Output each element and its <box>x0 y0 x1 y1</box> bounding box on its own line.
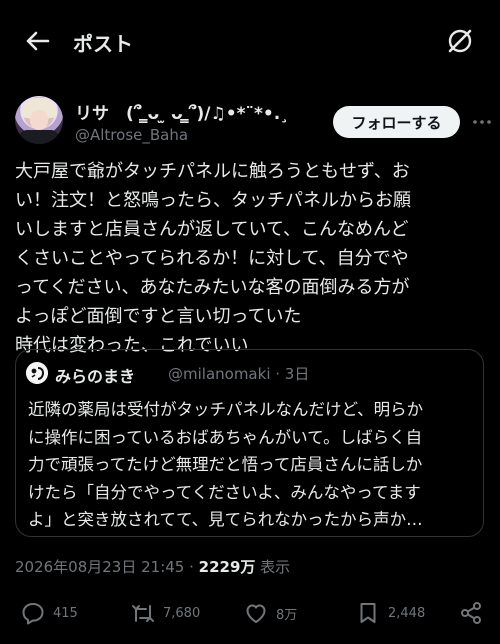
grok-icon[interactable] <box>444 25 476 57</box>
quote-line: 力で頑張ってたけど無理だと悟って店員さんに話しか <box>28 455 423 474</box>
reply-count: 415 <box>53 605 78 621</box>
quote-line: よ」と突き放されてて、見てられなかったから声か… <box>28 510 423 529</box>
bookmark-count: 2,448 <box>388 605 426 621</box>
quoted-post[interactable]: みらのまき @milanomaki · 3日 近隣の薬局は受付がタッチパネルなん… <box>15 349 484 537</box>
follow-button[interactable]: フォローする <box>333 106 460 138</box>
post-line: 大戸屋で爺がタッチパネルに触ろうともせず、お <box>15 161 410 182</box>
repost-button[interactable]: 7,680 <box>130 596 200 630</box>
post-line: くさいことやってられるか！に対して、自分でや <box>15 248 409 269</box>
author-handle[interactable]: @Altrose_Baha <box>75 126 188 144</box>
repost-icon <box>132 605 154 622</box>
quote-text: 近隣の薬局は受付がタッチパネルなんだけど、明らか に操作に困っているおばあちゃん… <box>28 396 473 534</box>
like-button[interactable]: 8万 <box>243 596 297 630</box>
post-line: ってください、あなたみたいな客の面倒みる方が <box>15 277 410 298</box>
quote-avatar <box>26 362 48 384</box>
page-title: ポスト <box>73 32 133 56</box>
share-icon <box>461 602 481 624</box>
bookmark-icon <box>360 603 376 623</box>
repost-count: 7,680 <box>163 605 201 621</box>
author-display-name[interactable]: リサ (՞ ̳ᴗ ̫ ᴗ ̳՞)/♫•*¨*•.¸ <box>75 99 289 124</box>
views-label: 表示 <box>255 558 291 576</box>
share-button[interactable] <box>458 596 484 630</box>
reply-button[interactable]: 415 <box>20 596 78 630</box>
post-datetime[interactable]: 2026年08月23日 21:45 · <box>15 558 199 576</box>
like-icon <box>246 604 266 623</box>
back-arrow-icon[interactable] <box>22 26 52 56</box>
quote-line: けたら「自分でやってくださいよ、みんなやってます <box>28 482 421 502</box>
view-count: 2229万 <box>198 558 256 576</box>
quote-line: に操作に困っているおばあちゃんがいて。しばらく自 <box>28 427 423 447</box>
bookmark-button[interactable]: 2,448 <box>355 596 425 630</box>
more-icon[interactable] <box>472 112 492 132</box>
quote-line: 近隣の薬局は受付がタッチパネルなんだけど、明らか <box>28 400 424 419</box>
action-bar: 415 7,680 8万 2,448 <box>0 596 500 630</box>
post-text: 大戸屋で爺がタッチパネルに触ろうともせず、お い！注文！と怒鳴ったら、タッチパネ… <box>15 157 485 360</box>
post-meta: 2026年08月23日 21:45 · 2229万 表示 <box>15 556 290 577</box>
like-count: 8万 <box>276 607 298 623</box>
reply-icon <box>22 603 44 625</box>
avatar[interactable] <box>15 96 63 144</box>
post-header: リサ (՞ ̳ᴗ ̫ ᴗ ̳՞)/♫•*¨*•.¸ @Altrose_Baha … <box>0 90 500 150</box>
top-bar: ポスト <box>0 0 500 80</box>
post-line: よっぽど面倒ですと言い切っていた <box>15 306 302 327</box>
post-line: い！注文！と怒鳴ったら、タッチパネルからお願 <box>15 190 411 211</box>
post-line: いしますと店員さんが返していて、こんなめんど <box>15 219 409 240</box>
quote-handle-time: @milanomaki · 3日 <box>168 365 310 383</box>
quote-author-name: みらのまき <box>55 367 136 386</box>
